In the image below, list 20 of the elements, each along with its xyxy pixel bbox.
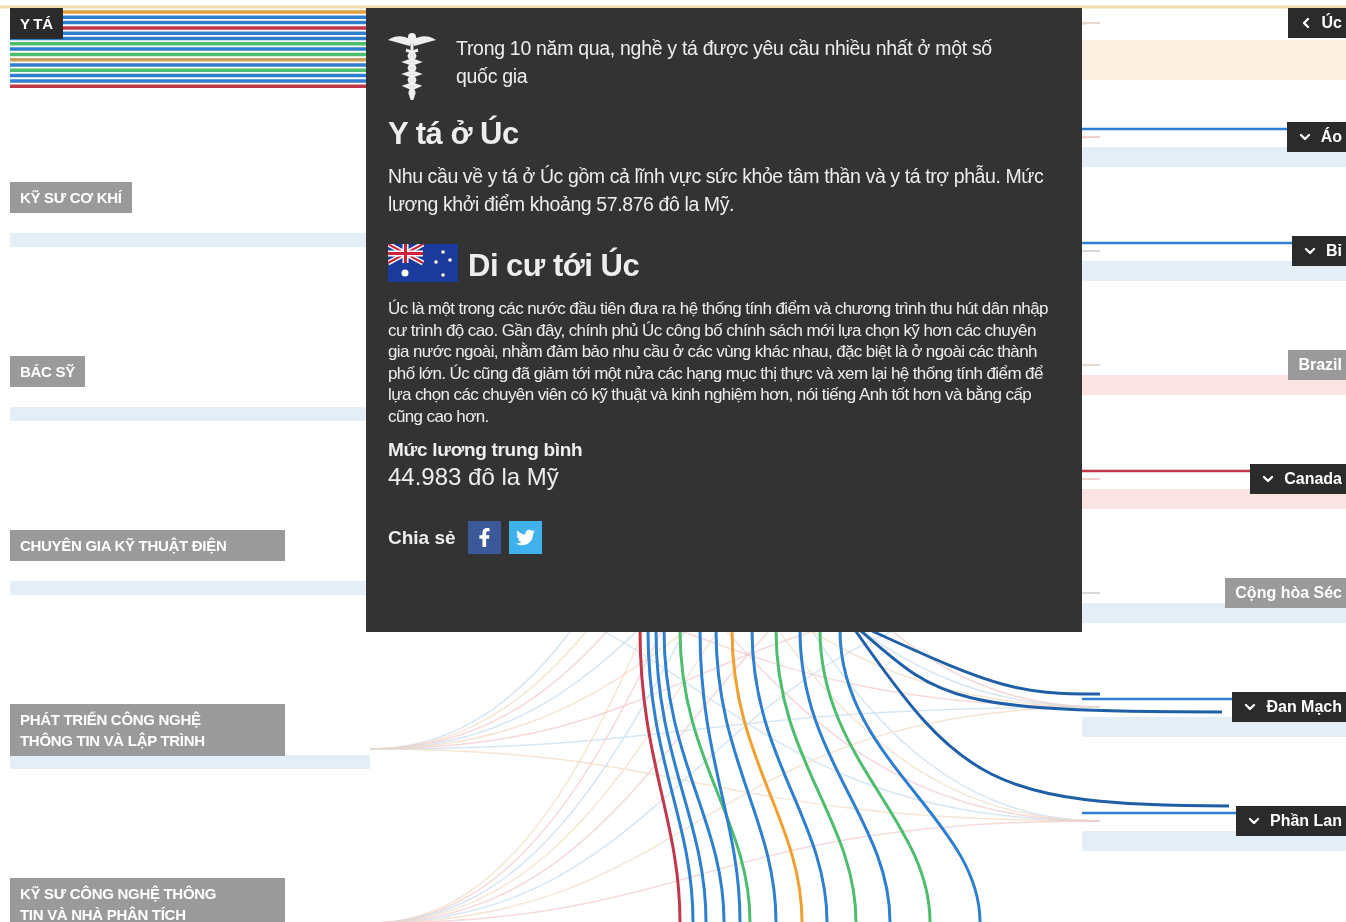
bird-icon bbox=[515, 528, 535, 547]
country-label[interactable]: Đan Mạch bbox=[1232, 692, 1346, 722]
country-label[interactable]: Canada bbox=[1250, 464, 1346, 494]
migration-title: Di cư tới Úc bbox=[468, 248, 640, 284]
country-label[interactable]: Phần Lan bbox=[1236, 806, 1346, 836]
popup-intro: Trong 10 năm qua, nghề y tá được yêu cầu nhiều nhất ở một số quốc gia bbox=[456, 36, 993, 89]
migration-text: Úc là một trong các nước đầu tiên đưa ra hệ thống tính điểm và chương trình thu hút dân nhập cư trình độ cao. Gần đây, chính phủ Úc công bố chính sách mới lựa chọn kỹ hơn các chuyên gia nước ngoài, nhằm đảm bảo nhu cầu ở các vùng khác nhau, đặc biệt là ở ngoài các thành phố lớn. Úc cũng đã giảm tới một nửa các hạng mục thị thực và xem lại hệ thống tính điểm để lựa chọn các chuyên viên có kỹ thuật và kinh nghiệm hơn, nói tiếng Anh tốt hơn và bằng cấp cũng cao hơn. bbox=[388, 298, 1049, 427]
caduceus-icon bbox=[388, 30, 436, 102]
popup-title: Y tá ở Úc bbox=[388, 116, 520, 152]
australia-flag-icon bbox=[388, 244, 458, 282]
country-label[interactable]: Áo bbox=[1286, 122, 1346, 152]
salary-label: Mức lương trung bình bbox=[388, 439, 584, 461]
twitter-button[interactable] bbox=[508, 521, 542, 554]
country-label[interactable]: Bỉ bbox=[1292, 236, 1346, 266]
salary-value: 44.983 đô la Mỹ bbox=[388, 463, 560, 491]
share-label: Chia sẻ bbox=[388, 526, 456, 549]
facebook-button[interactable] bbox=[467, 521, 501, 554]
country-label[interactable]: Úc bbox=[1287, 8, 1346, 38]
job-label[interactable]: Y TÁ bbox=[10, 8, 63, 39]
popup-description: Nhu cầu về y tá ở Úc gồm cả lĩnh vực sức khỏe tâm thần và y tá trợ phẫu. Mức lương khởi điểm khoảng 57.876 đô la Mỹ. bbox=[388, 164, 1045, 217]
